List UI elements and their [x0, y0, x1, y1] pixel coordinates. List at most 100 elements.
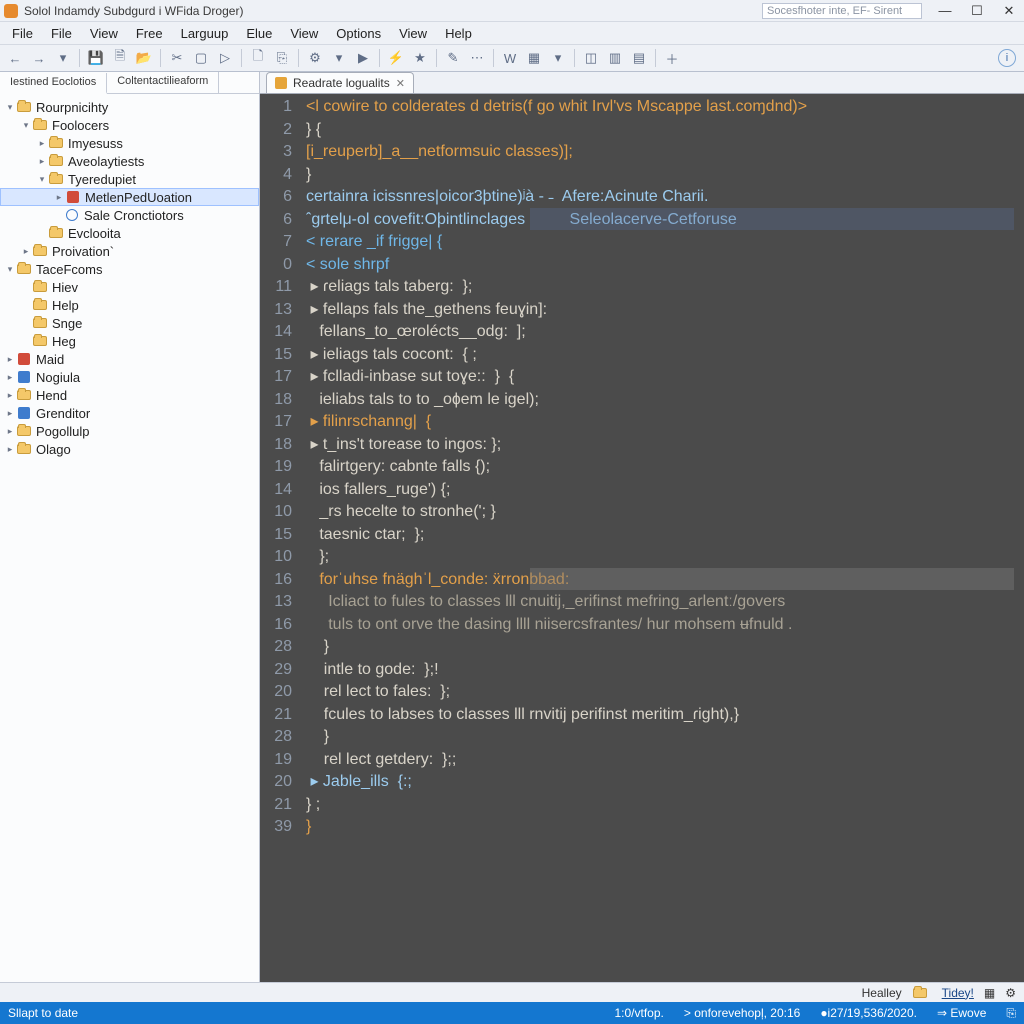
tree-item-grenditor[interactable]: ▸Grenditor — [0, 404, 259, 422]
gear-blue-icon[interactable]: ⚙ — [304, 47, 326, 69]
code-line[interactable]: falirtgery: cabnte falls {); — [306, 456, 1018, 479]
code-line[interactable]: } { — [306, 119, 1018, 142]
code-line[interactable]: certainra icissnres|oicor3þtine)ʲà - ˗ A… — [306, 186, 1018, 209]
code-line[interactable]: ▸ ieliags tals cocont: { ; — [306, 344, 1018, 367]
menu-file-0[interactable]: File — [4, 24, 41, 43]
save-all-icon[interactable]: 🗎 — [109, 47, 131, 69]
menu-view-6[interactable]: View — [282, 24, 326, 43]
code-line[interactable]: }; — [306, 546, 1018, 569]
tree-item-help[interactable]: Help — [0, 296, 259, 314]
bolt-icon[interactable]: ⚡ — [385, 47, 407, 69]
tree-item-tyeredupiet[interactable]: ▾Tyeredupiet — [0, 170, 259, 188]
tree-item-nogiula[interactable]: ▸Nogiula — [0, 368, 259, 386]
sidebar-tab-secondary[interactable]: Coltentactilieaform — [107, 72, 219, 93]
tree-item-rourpnicihty[interactable]: ▾Rourpnicihty — [0, 98, 259, 116]
code-line[interactable]: tuls to ont orve the dasing llll niiserc… — [306, 614, 1018, 637]
menu-free-3[interactable]: Free — [128, 24, 171, 43]
dots-icon[interactable]: ⋯ — [466, 47, 488, 69]
code-line[interactable]: fcules to labses to classes lll rnvitij … — [306, 704, 1018, 727]
menu-options-7[interactable]: Options — [328, 24, 389, 43]
status-date[interactable]: ●i27/19,536/2020. — [820, 1006, 917, 1020]
maximize-button[interactable]: ☐ — [966, 2, 988, 20]
code-line[interactable]: ▸ fclladi-inbase sut toɣe:: } { — [306, 366, 1018, 389]
editor-tab-active[interactable]: Readrate logualits ✕ — [266, 72, 414, 93]
sidebar-tab-explorer[interactable]: Iestined Eoclotios — [0, 73, 107, 94]
tab-icon[interactable]: ⎘ — [271, 47, 293, 69]
code-line[interactable]: } ; — [306, 794, 1018, 817]
tree-item-foolocers[interactable]: ▾Foolocers — [0, 116, 259, 134]
status-pos[interactable]: 1:0/vtfop. — [615, 1006, 664, 1020]
arrow-down-icon[interactable]: ▾ — [328, 47, 350, 69]
code-line[interactable]: ios fallers_ruge') {; — [306, 479, 1018, 502]
tree-item-evclooita[interactable]: Evclooita — [0, 224, 259, 242]
panel2-icon[interactable]: ▥ — [604, 47, 626, 69]
code-line[interactable]: } — [306, 164, 1018, 187]
code-line[interactable]: ▸ fellaps fals the_gethens feuɣin]: — [306, 299, 1018, 322]
code-line[interactable]: ▸ ɾeliags tals taberg: }; — [306, 276, 1018, 299]
code-line[interactable]: < rerare _if frigge| { — [306, 231, 1018, 254]
tab-close-icon[interactable]: ✕ — [396, 77, 405, 90]
code-line[interactable]: <l cowire to colderates d detris(f go wh… — [306, 96, 1018, 119]
code-line[interactable]: ▸ t_ins't torease to ingos: }; — [306, 434, 1018, 457]
menu-view-8[interactable]: View — [391, 24, 435, 43]
folder-open-icon[interactable]: 📂 — [133, 47, 155, 69]
tree-item-hiev[interactable]: Hiev — [0, 278, 259, 296]
tree-item-aveolaytiests[interactable]: ▸Aveolaytiests — [0, 152, 259, 170]
code-line[interactable]: } — [306, 816, 1018, 839]
arrow-right-icon[interactable]: → — [28, 47, 50, 69]
search-input[interactable]: Socesfhoter inte, EF- Sirent — [762, 3, 922, 19]
status-left[interactable]: Sllapt to date — [8, 1006, 78, 1020]
code-line[interactable]: taesnic ctar; }; — [306, 524, 1018, 547]
footer-link[interactable]: Tidey! — [942, 986, 974, 1000]
code-line[interactable]: intle to gode: };! — [306, 659, 1018, 682]
menu-larguup-4[interactable]: Larguup — [173, 24, 237, 43]
menu-view-2[interactable]: View — [82, 24, 126, 43]
plus-icon[interactable]: ＋ — [661, 47, 683, 69]
tree-item-hend[interactable]: ▸Hend — [0, 386, 259, 404]
play-icon[interactable]: ▶ — [352, 47, 374, 69]
tree-item-sale cronctiotors[interactable]: Sale Cronctiotors — [0, 206, 259, 224]
code-line[interactable]: ieliabs tals to to _oɸem le igel); — [306, 389, 1018, 412]
tree-item-pogollulp[interactable]: ▸Pogollulp — [0, 422, 259, 440]
tree-item-proivation`[interactable]: ▸Proivation` — [0, 242, 259, 260]
menu-elue-5[interactable]: Elue — [238, 24, 280, 43]
status-action[interactable]: ⇒ Ewove — [937, 1006, 986, 1020]
code-line[interactable]: _rs hecelte to stronhe('; } — [306, 501, 1018, 524]
save-icon[interactable]: 💾 — [85, 47, 107, 69]
editor-pane[interactable]: 1234667011131415171817181914101510161316… — [260, 94, 1024, 982]
code-line[interactable]: Icliact to fules to classes lll cnuitij,… — [306, 591, 1018, 614]
code-line[interactable]: ▸ Jable_ills {:; — [306, 771, 1018, 794]
panel-toggle-icon[interactable]: ▦ — [984, 986, 995, 1000]
tree-item-olago[interactable]: ▸Olago — [0, 440, 259, 458]
word-icon[interactable]: W — [499, 47, 521, 69]
tree-item-tacefcoms[interactable]: ▾TaceFcoms — [0, 260, 259, 278]
box-icon[interactable]: ▢ — [190, 47, 212, 69]
menu-file-1[interactable]: File — [43, 24, 80, 43]
code-line[interactable]: < sole shrpf — [306, 254, 1018, 277]
star-icon[interactable]: ★ — [409, 47, 431, 69]
status-copy-icon[interactable]: ⎘ — [1006, 1006, 1016, 1021]
info-icon[interactable]: i — [998, 49, 1016, 67]
tree-item-imyesuss[interactable]: ▸Imyesuss — [0, 134, 259, 152]
tree-item-heg[interactable]: Heg — [0, 332, 259, 350]
status-branch[interactable]: > onforevehopļ, 20:16 — [684, 1006, 800, 1020]
code-line[interactable]: [i_reuperb]_a__netformsuic classes)]; — [306, 141, 1018, 164]
project-tree[interactable]: ▾Rourpnicihty▾Foolocers▸Imyesuss▸Aveolay… — [0, 94, 259, 982]
grid-icon[interactable]: ▦ — [523, 47, 545, 69]
tree-item-metlenpeduoation[interactable]: ▸MetlenPedUoation — [0, 188, 259, 206]
close-button[interactable]: ✕ — [998, 2, 1020, 20]
scissors-icon[interactable]: ✂ — [166, 47, 188, 69]
panel3-icon[interactable]: ▤ — [628, 47, 650, 69]
tree-item-snge[interactable]: Snge — [0, 314, 259, 332]
settings-icon[interactable]: ⚙ — [1005, 986, 1016, 1000]
code-line[interactable]: ▸ filinrschanng| { — [306, 411, 1018, 434]
minimize-button[interactable]: — — [934, 2, 956, 20]
code-line[interactable]: rel lect getdery: };; — [306, 749, 1018, 772]
code-line[interactable]: fellans_to_œrolécts__odg: ]; — [306, 321, 1018, 344]
code-line[interactable]: } — [306, 636, 1018, 659]
tree-item-maid[interactable]: ▸Maid — [0, 350, 259, 368]
wand-icon[interactable]: ✎ — [442, 47, 464, 69]
arrow-down-icon[interactable]: ▾ — [52, 47, 74, 69]
code-line[interactable]: } — [306, 726, 1018, 749]
panel-icon[interactable]: ◫ — [580, 47, 602, 69]
